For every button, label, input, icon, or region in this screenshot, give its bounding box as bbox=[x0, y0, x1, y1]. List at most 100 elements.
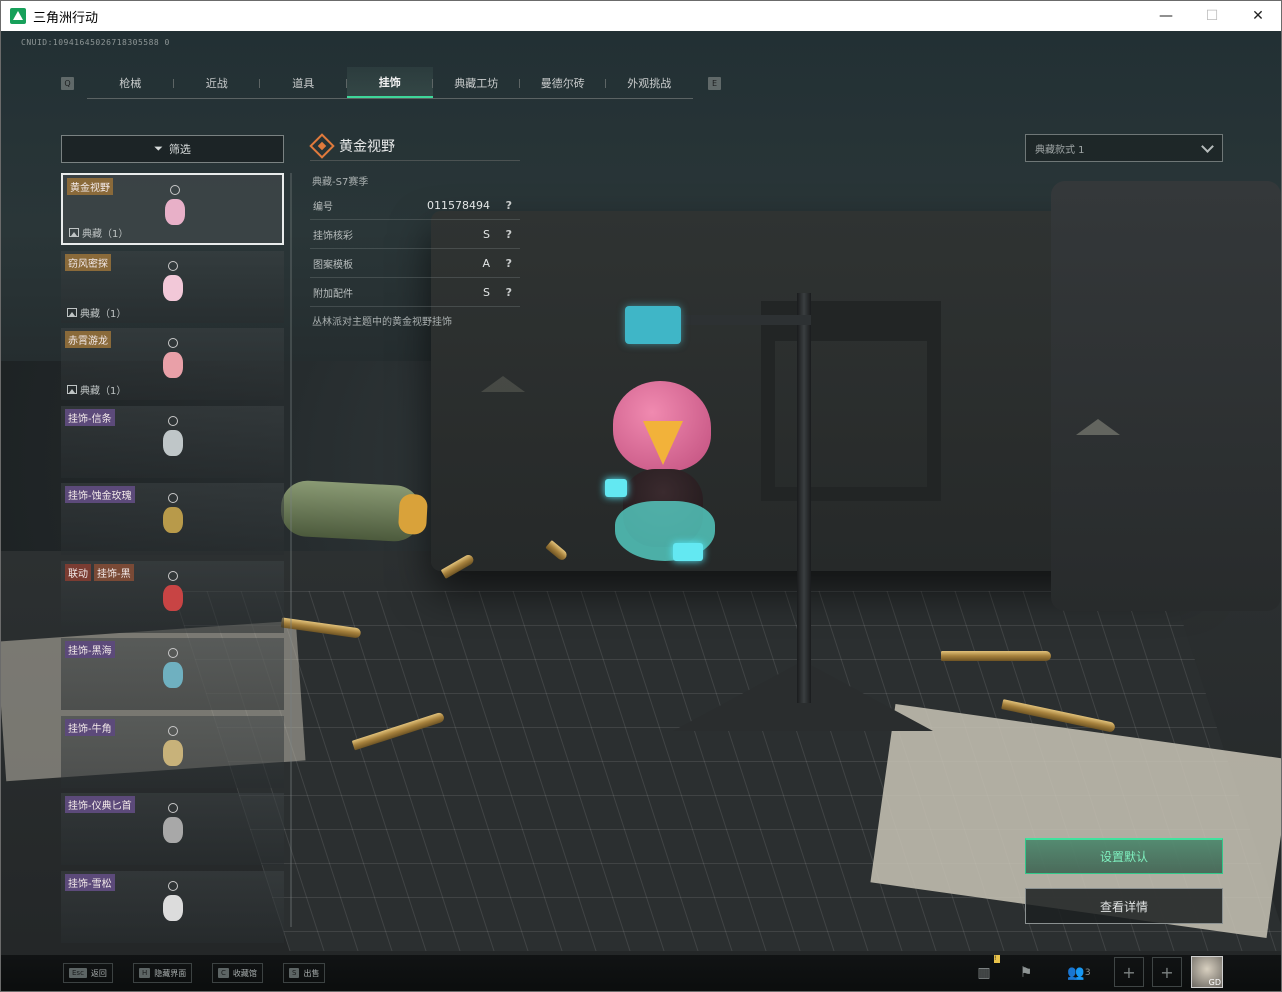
list-item-tags: 挂饰-蚀金玫瑰 bbox=[65, 486, 135, 503]
charm-light bbox=[605, 479, 627, 497]
attr-value: 011578494 bbox=[427, 198, 490, 212]
list-item[interactable]: 联动 挂饰-黑 bbox=[61, 560, 284, 633]
attr-row-accessory: 附加配件 S ? bbox=[310, 278, 520, 307]
tab-charms[interactable]: 挂饰 bbox=[346, 67, 433, 98]
attr-row-template: 图案模板 A ? bbox=[310, 249, 520, 278]
thumb-body bbox=[163, 894, 183, 921]
attr-label: 图案模板 bbox=[313, 259, 353, 271]
key-h: H bbox=[139, 968, 151, 978]
list-item[interactable]: 黄金视野典藏（1） bbox=[61, 173, 284, 245]
flag-icon[interactable]: ⚑ bbox=[1011, 959, 1041, 987]
list-item-tags: 黄金视野 bbox=[67, 178, 113, 195]
count-label: 典藏（1） bbox=[80, 308, 127, 320]
item-tag: 挂饰-蚀金玫瑰 bbox=[65, 486, 135, 503]
add-slot-button[interactable]: + bbox=[1114, 957, 1144, 987]
thumb-body bbox=[163, 662, 183, 688]
list-item[interactable]: 挂饰-信条 bbox=[61, 405, 284, 478]
charm-thumbnail bbox=[161, 648, 185, 698]
thumb-ring bbox=[168, 338, 178, 348]
attr-value: A bbox=[482, 256, 490, 270]
tab-next-key[interactable]: E bbox=[708, 77, 721, 90]
list-item-tags: 挂饰-雪松 bbox=[65, 873, 115, 891]
attr-row-pattern-color: 挂饰核彩 S ? bbox=[310, 220, 520, 249]
count-label: 典藏（1） bbox=[82, 229, 129, 240]
attr-value: S bbox=[483, 285, 490, 299]
friends-count: 3 bbox=[1084, 968, 1091, 978]
thumb-ring bbox=[168, 493, 178, 503]
help-icon[interactable]: ? bbox=[506, 286, 512, 299]
list-scrollbar[interactable] bbox=[290, 173, 292, 927]
tab-items[interactable]: 道具 bbox=[260, 67, 347, 98]
hint-back[interactable]: Esc 返回 bbox=[63, 963, 113, 983]
charm-thumbnail bbox=[161, 260, 185, 311]
charm-model-golden-vision[interactable] bbox=[605, 381, 725, 581]
list-item-tags: 赤霄游龙 bbox=[65, 331, 111, 348]
list-item[interactable]: 挂饰-雪松 bbox=[61, 870, 284, 943]
thumb-body bbox=[163, 507, 183, 533]
list-item-tags: 挂饰-黑海 bbox=[65, 641, 115, 658]
detail-header: 黄金视野 bbox=[309, 131, 520, 161]
view-details-button[interactable]: 查看详情 bbox=[1025, 888, 1223, 924]
help-icon[interactable]: ? bbox=[506, 228, 512, 241]
tab-collection-workshop[interactable]: 典藏工坊 bbox=[433, 67, 520, 98]
charm-list: 黄金视野 典藏（1） 窃风密探 典藏（1） 赤霄游龙 典藏（1） 挂饰-信条 挂饰-蚀金玫瑰联… bbox=[61, 173, 284, 943]
minimize-button[interactable]: — bbox=[1143, 1, 1189, 31]
item-tag: 挂饰-牛角 bbox=[65, 718, 115, 736]
hint-collection[interactable]: C 收藏馆 bbox=[212, 963, 263, 983]
list-item[interactable]: 窃风密探典藏（1） bbox=[61, 250, 284, 323]
list-item-tags: 窃风密探 bbox=[65, 253, 111, 271]
thumb-ring bbox=[168, 725, 178, 736]
add-slot-button-2[interactable]: + bbox=[1152, 957, 1182, 987]
bullet-prop bbox=[941, 651, 1051, 661]
maximize-button[interactable]: ☐ bbox=[1189, 1, 1235, 31]
help-icon[interactable]: ? bbox=[506, 199, 512, 212]
thumb-body bbox=[163, 274, 183, 301]
title-bar: 三角洲行动 — ☐ ✕ bbox=[1, 1, 1281, 31]
detail-season: 典藏-S7赛季 bbox=[312, 177, 369, 188]
hint-hide-ui[interactable]: H 隐藏界面 bbox=[133, 963, 193, 983]
charm-thumbnail bbox=[161, 338, 185, 388]
list-item[interactable]: 挂饰-黑海 bbox=[61, 638, 284, 710]
thumb-ring bbox=[168, 803, 178, 813]
set-default-button[interactable]: 设置默认 bbox=[1025, 838, 1223, 874]
friends-icon[interactable]: 👥 3 bbox=[1061, 959, 1097, 987]
charm-beak bbox=[643, 421, 683, 465]
list-item[interactable]: 挂饰-蚀金玫瑰 bbox=[61, 483, 284, 555]
attr-label: 附加配件 bbox=[313, 288, 353, 300]
tab-guns[interactable]: 枪械 bbox=[87, 67, 174, 98]
tab-mandel-brick[interactable]: 曼德尔砖 bbox=[520, 67, 607, 98]
count-label: 典藏（1） bbox=[80, 386, 127, 397]
hint-sell[interactable]: S 出售 bbox=[283, 963, 326, 983]
filter-icon: ⏷ bbox=[154, 142, 163, 155]
avatar[interactable]: GD bbox=[1191, 956, 1223, 988]
filter-label: 筛选 bbox=[168, 143, 191, 156]
crate-arrow-icon bbox=[1076, 419, 1120, 435]
hint-label: 出售 bbox=[303, 968, 320, 978]
charm-thumbnail bbox=[161, 803, 185, 853]
charm-thumbnail bbox=[161, 493, 185, 543]
image-icon bbox=[67, 307, 77, 317]
window-title: 三角洲行动 bbox=[33, 10, 99, 26]
list-item[interactable]: 挂饰-牛角 bbox=[61, 715, 284, 788]
attr-label: 编号 bbox=[313, 201, 333, 213]
filter-button[interactable]: ⏷ 筛选 bbox=[61, 135, 284, 163]
people-icon: 👥 bbox=[1067, 965, 1085, 981]
charm-thumbnail bbox=[161, 725, 185, 776]
close-button[interactable]: ✕ bbox=[1235, 1, 1281, 31]
stats-icon[interactable]: ▥ bbox=[969, 959, 999, 987]
list-item[interactable]: 赤霄游龙典藏（1） bbox=[61, 328, 284, 400]
attr-label: 挂饰核彩 bbox=[313, 230, 353, 242]
help-icon[interactable]: ? bbox=[506, 257, 512, 270]
style-dropdown[interactable]: 典藏款式 1 bbox=[1025, 134, 1223, 162]
grenade-canister bbox=[279, 479, 423, 543]
charm-thumbnail bbox=[163, 185, 187, 235]
weapon-crate-lid bbox=[1051, 181, 1281, 611]
list-item[interactable]: 挂饰-仪典匕首 bbox=[61, 793, 284, 865]
tab-prev-key[interactable]: Q bbox=[61, 77, 74, 90]
tab-melee[interactable]: 近战 bbox=[174, 67, 261, 98]
game-window: 三角洲行动 — ☐ ✕ CNUID:10941645026718305588 0… bbox=[0, 0, 1282, 992]
tab-appearance-challenge[interactable]: 外观挑战 bbox=[606, 67, 693, 98]
list-item-tags: 联动 挂饰-黑 bbox=[65, 563, 134, 581]
thumb-body bbox=[165, 199, 185, 225]
style-dropdown-value: 典藏款式 1 bbox=[1035, 144, 1085, 156]
